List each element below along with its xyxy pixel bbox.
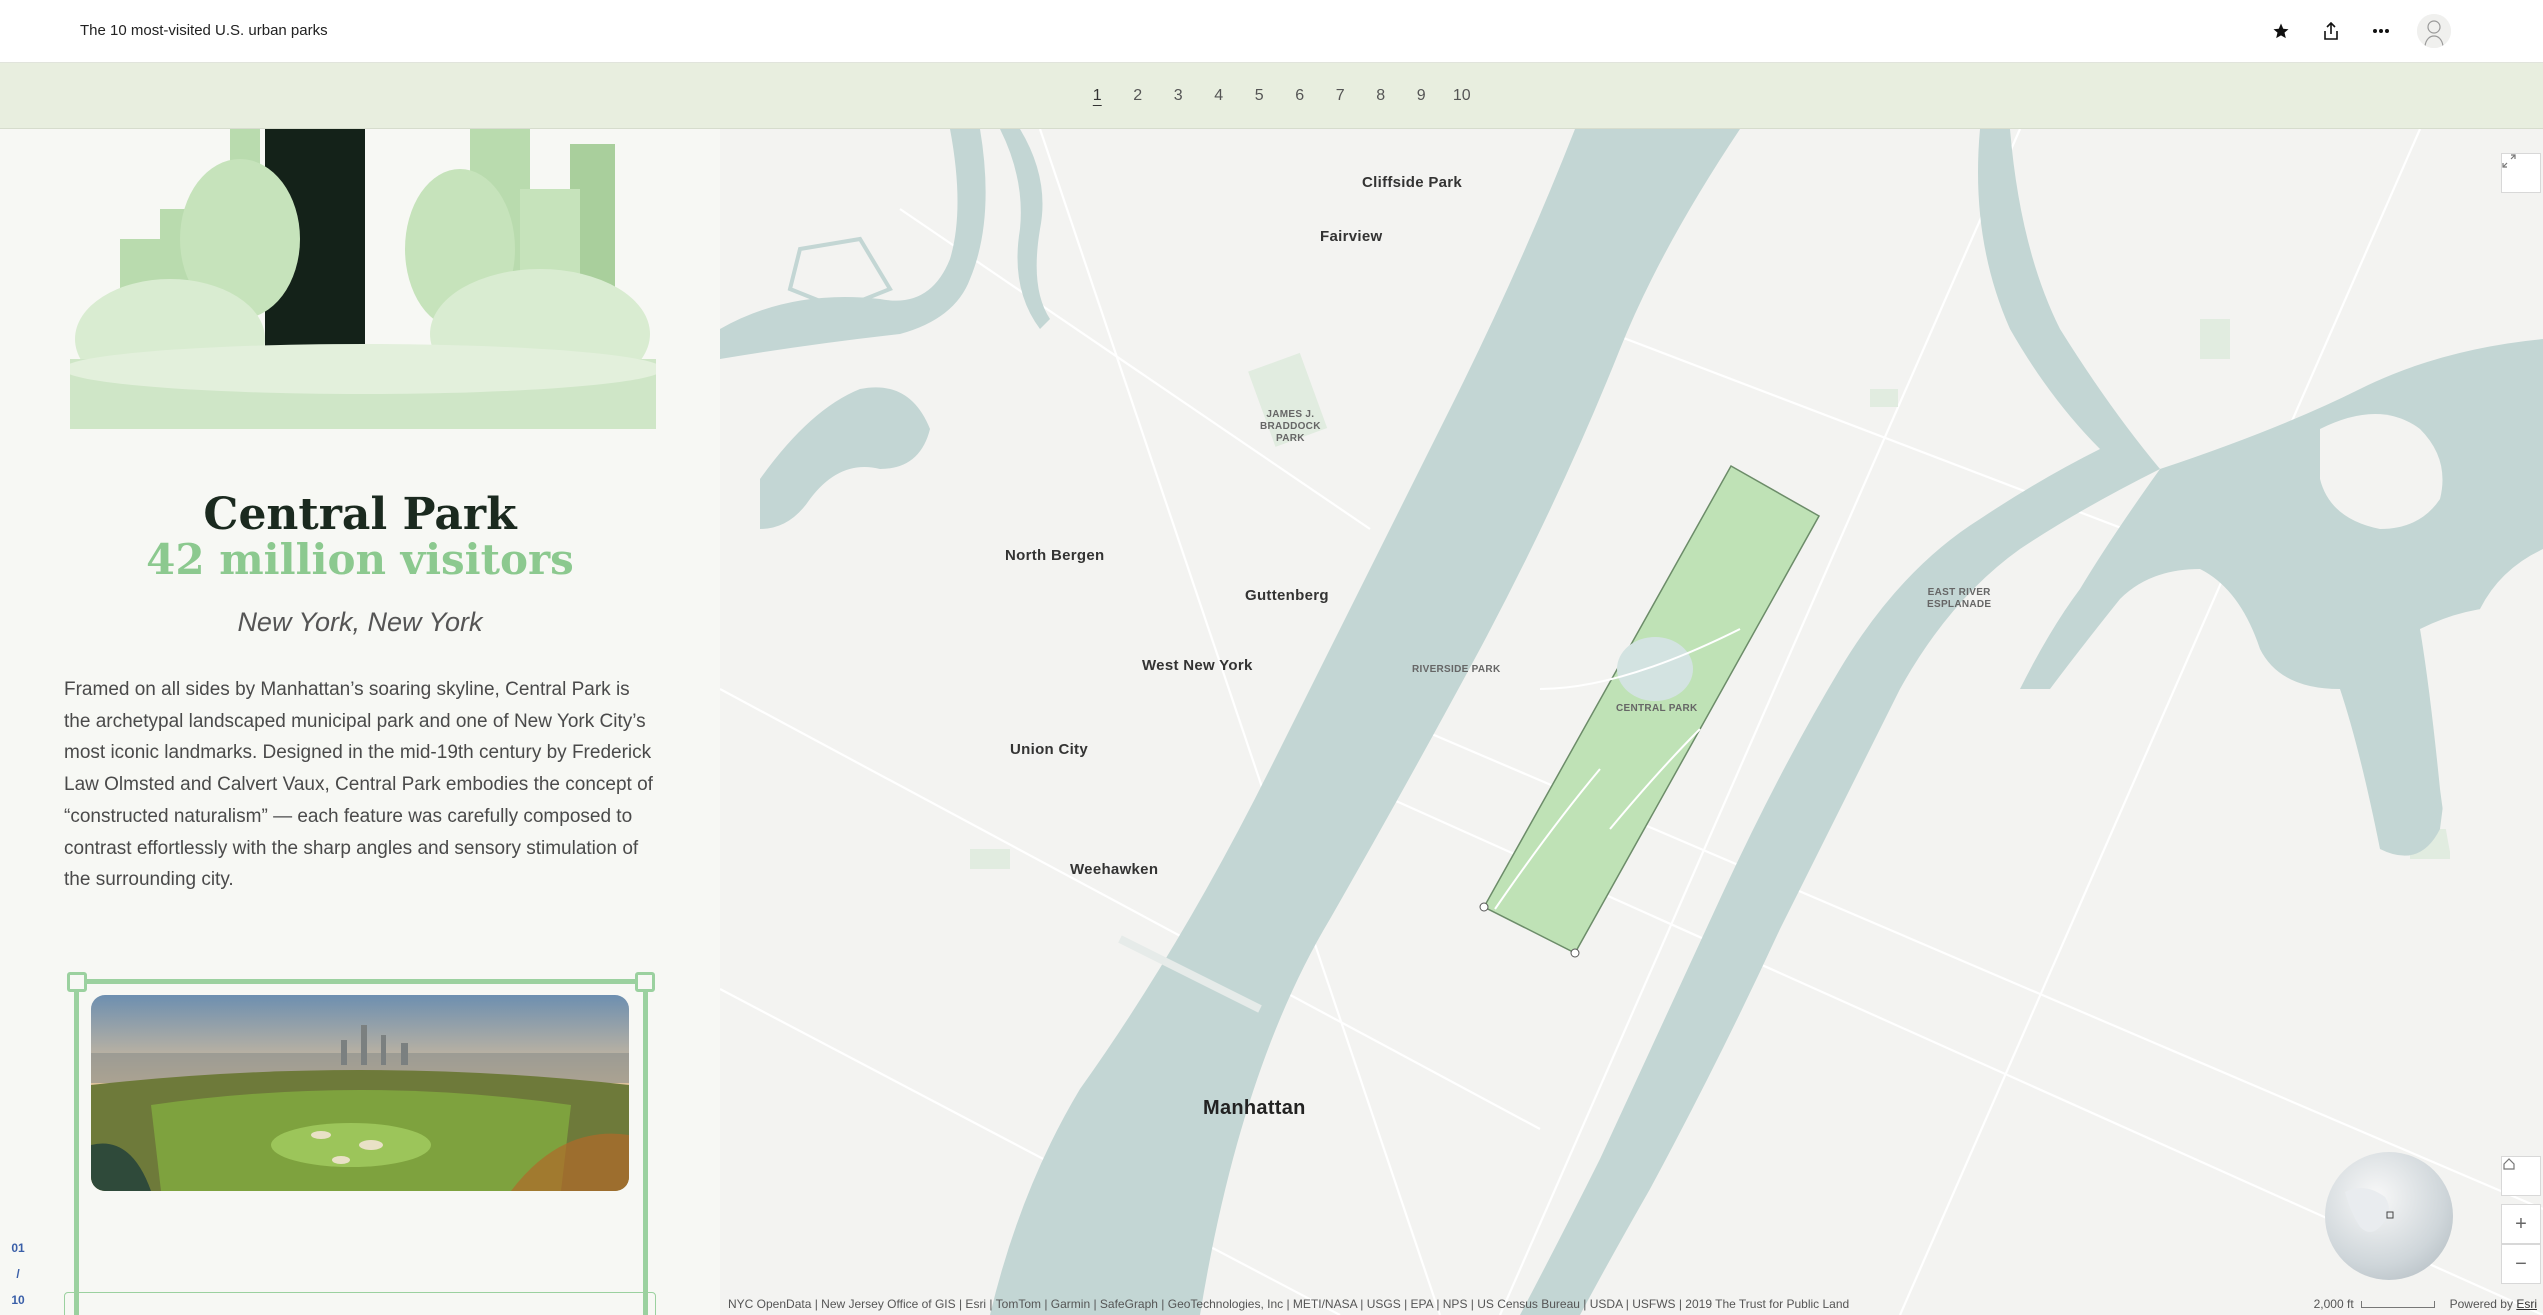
- nav-item-7[interactable]: 7: [1320, 87, 1361, 105]
- nav-item-1[interactable]: 1: [1077, 87, 1118, 105]
- nav-item-10[interactable]: 10: [1442, 87, 1483, 105]
- favorite-star-icon[interactable]: [2267, 14, 2295, 48]
- content-panel[interactable]: Central Park 42 million visitors New Yor…: [0, 129, 720, 1315]
- map-label-braddock-line2: BRADDOCK: [1260, 421, 1321, 432]
- map-label-manhattan: Manhattan: [1203, 1097, 1306, 1119]
- map-label-braddock-park: JAMES J. BRADDOCK PARK: [1260, 409, 1321, 445]
- story-header: The 10 most-visited U.S. urban parks: [0, 0, 2543, 63]
- plus-icon: +: [2515, 1212, 2527, 1235]
- pager-separator: /: [16, 1267, 20, 1281]
- nav-item-6[interactable]: 6: [1280, 87, 1321, 105]
- zoom-out-button[interactable]: −: [2501, 1244, 2541, 1284]
- map-label-east-river-esplanade: EAST RIVER ESPLANADE: [1927, 587, 1991, 611]
- home-button[interactable]: [2501, 1156, 2541, 1196]
- home-icon: [2503, 1158, 2515, 1170]
- basemap: [720, 129, 2543, 1315]
- map-label-union-city: Union City: [1010, 741, 1088, 758]
- nav-items: 1 2 3 4 5 6 7 8 9 10: [1077, 87, 1482, 105]
- park-location: New York, New York: [237, 607, 483, 637]
- author-avatar[interactable]: [2417, 14, 2451, 48]
- share-icon[interactable]: [2317, 14, 2345, 48]
- map-view[interactable]: Cliffside Park Fairview JAMES J. BRADDOC…: [720, 129, 2543, 1315]
- powered-by-text: Powered by: [2449, 1297, 2513, 1311]
- nav-item-4[interactable]: 4: [1199, 87, 1240, 105]
- next-content-box[interactable]: [64, 1292, 656, 1315]
- globe-continents-icon: [2345, 1188, 2394, 1232]
- nav-item-8[interactable]: 8: [1361, 87, 1402, 105]
- slide-pager: 01 / 10: [10, 1235, 26, 1313]
- scale-label: 2,000 ft: [2313, 1297, 2354, 1311]
- powered-by: Powered by Esri: [2450, 1297, 2537, 1311]
- park-description: Framed on all sides by Manhattan’s soari…: [64, 679, 653, 891]
- map-label-east-river-line2: ESPLANADE: [1927, 599, 1992, 610]
- slide-navigation: 1 2 3 4 5 6 7 8 9 10: [0, 63, 2543, 129]
- esri-link[interactable]: Esri: [2516, 1297, 2537, 1311]
- map-label-cliffside-park: Cliffside Park: [1362, 174, 1463, 191]
- pager-current: 01: [11, 1241, 25, 1255]
- map-label-central-park: CENTRAL PARK: [1616, 703, 1698, 714]
- fullscreen-button[interactable]: [2501, 153, 2541, 193]
- zoom-in-button[interactable]: +: [2501, 1204, 2541, 1244]
- header-actions: [2267, 14, 2451, 48]
- scale-bar-line: [2361, 1301, 2435, 1309]
- map-label-riverside-park: RIVERSIDE PARK: [1412, 664, 1501, 675]
- park-name: Central Park: [203, 489, 517, 540]
- map-label-west-new-york: West New York: [1142, 657, 1253, 674]
- map-attribution: NYC OpenData | New Jersey Office of GIS …: [728, 1297, 1850, 1311]
- map-label-north-bergen: North Bergen: [1005, 547, 1105, 564]
- nav-item-5[interactable]: 5: [1239, 87, 1280, 105]
- story-title: The 10 most-visited U.S. urban parks: [80, 22, 328, 39]
- nav-item-9[interactable]: 9: [1401, 87, 1442, 105]
- map-label-fairview: Fairview: [1320, 228, 1383, 245]
- minus-icon: −: [2515, 1252, 2527, 1275]
- expand-icon: [2502, 154, 2516, 168]
- park-visitors: 42 million visitors: [146, 535, 574, 584]
- frame-corner: [67, 972, 87, 992]
- map-scale-bar: 2,000 ft: [2314, 1297, 2435, 1311]
- map-label-weehawken: Weehawken: [1070, 861, 1159, 878]
- nav-item-2[interactable]: 2: [1118, 87, 1159, 105]
- more-options-icon[interactable]: [2367, 14, 2395, 48]
- overview-globe[interactable]: [2325, 1152, 2453, 1280]
- nav-item-3[interactable]: 3: [1158, 87, 1199, 105]
- map-label-guttenberg: Guttenberg: [1245, 587, 1329, 604]
- pager-total: 10: [11, 1293, 25, 1307]
- map-label-east-river-line1: EAST RIVER: [1927, 587, 1991, 598]
- map-label-braddock-line3: PARK: [1275, 433, 1305, 444]
- park-number-illustration: [70, 129, 656, 429]
- park-photo-frame: [67, 972, 655, 1315]
- central-park-photo[interactable]: [91, 995, 629, 1191]
- map-label-braddock-line1: JAMES J.: [1266, 409, 1315, 420]
- frame-corner: [635, 972, 655, 992]
